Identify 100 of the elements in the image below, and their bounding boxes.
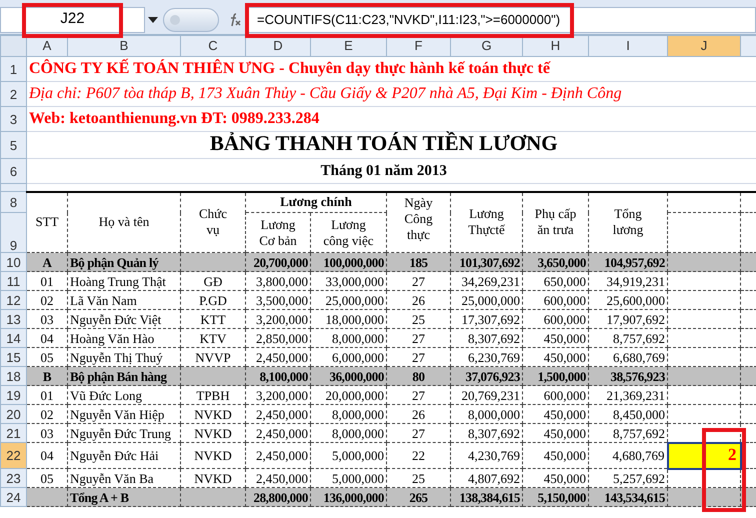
row-header[interactable]: 8: [0, 192, 26, 212]
amount-cell: 37,076,923: [465, 368, 520, 384]
amount-cell: 34,919,231: [606, 274, 665, 288]
amount-cell: 3,650,000: [538, 254, 586, 270]
header-cell: Lương chính: [246, 192, 386, 212]
row-header[interactable]: 24: [0, 488, 26, 506]
position-cell: NVKD: [194, 470, 232, 486]
name-cell: Nguyễn Thị Thuý: [70, 350, 163, 364]
company-text: Web: ketoanthienung.vn ĐT: 0989.233.284: [28, 111, 320, 127]
sheet-title: BẢNG THANH TOÁN TIỀN LƯƠNG: [208, 132, 559, 154]
amount-cell: 450,000: [544, 426, 586, 440]
position-cell: NVKD: [194, 448, 232, 463]
column-header[interactable]: B: [68, 36, 180, 56]
index-cell: 02: [40, 406, 54, 422]
amount-cell: 104,957,692: [604, 254, 665, 270]
result-value: 2: [728, 444, 736, 464]
position-cell: KTV: [200, 330, 226, 346]
amount-cell: 18,000,000: [326, 312, 384, 326]
header-cell: Họ và tên: [68, 192, 180, 252]
days-cell: 27: [412, 350, 425, 364]
row-header[interactable]: 10: [0, 252, 26, 272]
index-cell: 03: [40, 312, 54, 326]
name-cell: Nguyễn Văn Ba: [70, 470, 154, 486]
amount-cell: 6,000,000: [332, 350, 384, 364]
days-cell: 265: [409, 490, 428, 504]
days-cell: 27: [412, 274, 425, 288]
amount-cell: 8,000,000: [332, 406, 384, 422]
select-all-corner[interactable]: [0, 36, 26, 56]
amount-cell: 450,000: [544, 330, 586, 346]
amount-cell: 8,757,692: [613, 426, 665, 440]
row-header[interactable]: 11: [0, 272, 26, 290]
days-cell: 25: [412, 312, 425, 326]
amount-cell: 2,450,000: [256, 448, 308, 463]
formula-input[interactable]: =COUNTIFS(C11:C23,"NVKD",I11:I23,">=6000000"): [248, 6, 756, 32]
row-header[interactable]: 3: [0, 106, 26, 132]
amount-cell: 5,257,692: [613, 470, 665, 486]
name-cell: Hoàng Văn Hào: [70, 330, 154, 346]
days-cell: 27: [412, 330, 425, 346]
amount-cell: 33,000,000: [326, 274, 384, 288]
row-header[interactable]: 12: [0, 290, 26, 310]
index-cell: B: [42, 368, 52, 384]
row-header[interactable]: 15: [0, 348, 26, 366]
position-cell: NVVP: [195, 350, 231, 364]
name-cell: Hoàng Trung Thật: [70, 274, 166, 288]
row-header[interactable]: 21: [0, 424, 26, 442]
header-cell: STT: [26, 192, 68, 252]
amount-cell: 5,000,000: [332, 448, 384, 463]
row-header[interactable]: 13: [0, 310, 26, 328]
row-header[interactable]: 9: [0, 212, 26, 252]
amount-cell: 450,000: [544, 470, 586, 486]
amount-cell: 5,150,000: [538, 490, 586, 504]
name-cell: Vũ Đức Long: [70, 388, 142, 402]
row-header[interactable]: 2: [0, 82, 26, 106]
amount-cell: 6,230,769: [468, 350, 520, 364]
amount-cell: 34,269,231: [462, 274, 520, 288]
amount-cell: 2,450,000: [256, 350, 308, 364]
amount-cell: 8,307,692: [468, 426, 520, 440]
row-header[interactable]: 14: [0, 328, 26, 348]
name-cell: Bộ phận Bán hàng: [70, 368, 167, 384]
amount-cell: 450,000: [544, 448, 586, 463]
amount-cell: 450,000: [544, 406, 586, 422]
row-header[interactable]: 22: [0, 442, 26, 468]
name-box[interactable]: J22: [0, 6, 145, 32]
position-cell: NVKD: [194, 426, 232, 440]
amount-cell: 600,000: [544, 312, 586, 326]
column-header[interactable]: J: [668, 36, 740, 56]
index-cell: 03: [40, 426, 54, 440]
row-header[interactable]: 5: [0, 132, 26, 158]
header-cell: Lương Thựctế: [450, 192, 522, 252]
index-cell: 02: [40, 292, 54, 308]
index-cell: A: [42, 254, 52, 270]
amount-cell: 20,700,000: [253, 254, 308, 270]
amount-cell: 4,230,769: [468, 448, 520, 463]
amount-cell: 136,000,000: [323, 490, 384, 504]
row-header[interactable]: 19: [0, 386, 26, 404]
days-cell: 27: [412, 426, 425, 440]
column-header[interactable]: I: [588, 36, 668, 56]
days-cell: 26: [412, 406, 425, 422]
row-header[interactable]: 1: [0, 56, 26, 82]
row-header[interactable]: 23: [0, 468, 26, 488]
amount-cell: 2,450,000: [256, 406, 308, 422]
days-cell: 80: [412, 368, 425, 384]
amount-cell: 3,800,000: [256, 274, 308, 288]
index-cell: 05: [40, 470, 54, 486]
amount-cell: 3,200,000: [256, 312, 308, 326]
amount-cell: 6,680,769: [613, 350, 665, 364]
amount-cell: 3,200,000: [256, 388, 308, 402]
caret-icon[interactable]: [148, 16, 158, 22]
amount-cell: 3,500,000: [256, 292, 308, 308]
amount-cell: 17,307,692: [462, 312, 520, 326]
amount-cell: 650,000: [544, 274, 586, 288]
index-cell: 05: [40, 350, 54, 364]
position-cell: GĐ: [204, 274, 222, 288]
row-header[interactable]: 18: [0, 366, 26, 386]
splitter-handle[interactable]: [163, 8, 219, 32]
column-header[interactable]: C: [180, 36, 246, 56]
row-header[interactable]: 20: [0, 404, 26, 424]
row-header[interactable]: 6: [0, 158, 26, 184]
amount-cell: 20,769,231: [462, 388, 520, 402]
address-text: Địa chỉ: P607 tòa tháp B, 173 Xuân Thủy - Cầu Giấy & P207 nhà A5, Đại Kim - Định Công: [28, 86, 623, 102]
